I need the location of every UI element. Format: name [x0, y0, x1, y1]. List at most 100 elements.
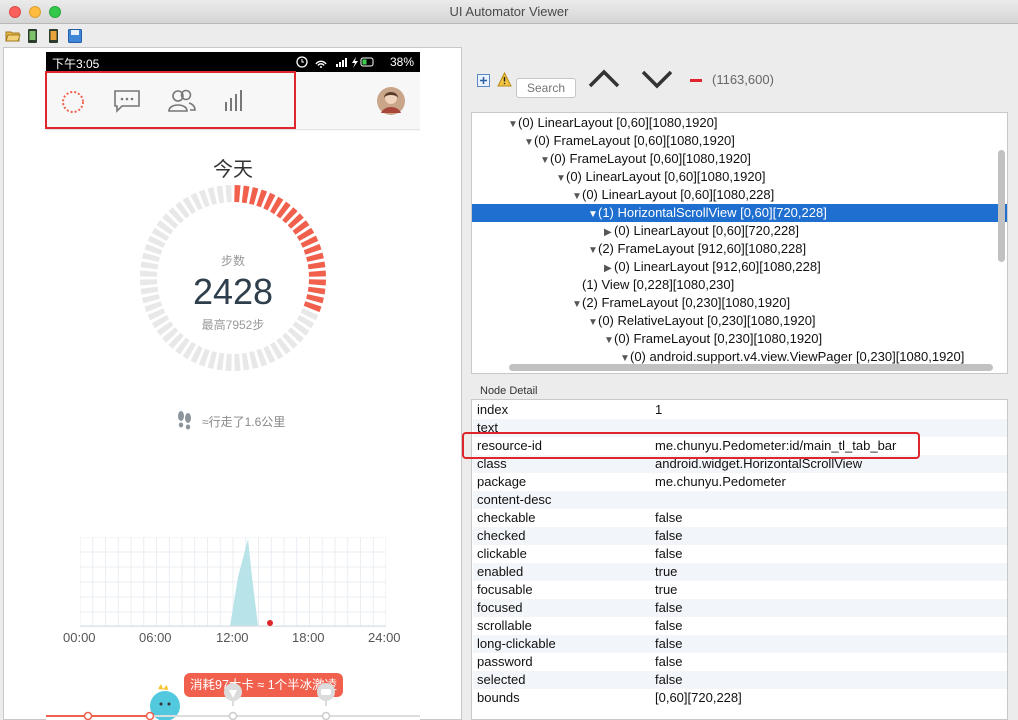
- tree-node[interactable]: ▼(0) FrameLayout [0,60][1080,1920]: [472, 132, 1007, 150]
- timeline-track: [46, 711, 420, 720]
- save-icon[interactable]: [67, 28, 83, 44]
- detail-row-package[interactable]: package me.chunyu.Pedometer: [473, 473, 1007, 491]
- progress-segment: [241, 352, 250, 371]
- search-input[interactable]: [516, 78, 576, 98]
- ui-hierarchy-tree[interactable]: ▼(0) LinearLayout [0,60][1080,1920] ▼(0) …: [471, 112, 1008, 374]
- detail-row-checkable[interactable]: checkable false: [473, 509, 1007, 527]
- detail-key: checked: [477, 528, 526, 543]
- tree-node-label: (0) LinearLayout [0,60][1080,1920]: [566, 169, 766, 184]
- detail-value: true: [655, 582, 678, 597]
- status-icons: [296, 56, 374, 68]
- detail-value: false: [655, 528, 683, 543]
- progress-segment: [234, 185, 241, 203]
- detail-row-content-desc[interactable]: content-desc: [473, 491, 1007, 509]
- detail-key: clickable: [477, 546, 527, 561]
- progress-segment: [207, 187, 217, 205]
- progress-segment: [249, 351, 259, 369]
- detail-row-bounds[interactable]: bounds [0,60][720,228]: [473, 689, 1007, 707]
- device-screenshot-icon[interactable]: [25, 28, 41, 44]
- selected-node-highlight: [45, 71, 296, 129]
- tree-horizontal-scrollbar[interactable]: [509, 364, 993, 371]
- detail-value: false: [655, 636, 683, 651]
- tree-node-label: (0) android.support.v4.view.ViewPager [0…: [630, 349, 965, 364]
- detail-key: bounds: [477, 690, 520, 705]
- detail-value: true: [655, 564, 678, 579]
- tree-vertical-scrollbar[interactable]: [998, 150, 1005, 262]
- detail-row-index[interactable]: index 1: [473, 401, 1007, 419]
- tree-node-label: (0) LinearLayout [912,60][1080,228]: [614, 259, 821, 274]
- detail-row-scrollable[interactable]: scrollable false: [473, 617, 1007, 635]
- detail-row-long-clickable[interactable]: long-clickable false: [473, 635, 1007, 653]
- tree-node[interactable]: ▼(0) RelativeLayout [0,230][1080,1920]: [472, 312, 1007, 330]
- open-folder-icon[interactable]: [5, 28, 21, 44]
- detail-key: index: [477, 402, 509, 417]
- next-result-icon[interactable]: [641, 69, 673, 89]
- detail-key: scrollable: [477, 618, 532, 633]
- tree-node-label: (1) View [0,228][1080,230]: [582, 277, 735, 292]
- detail-row-enabled[interactable]: enabled true: [473, 563, 1007, 581]
- time-tick-label: 12:00: [216, 630, 249, 645]
- tree-node-label: (1) HorizontalScrollView [0,60][720,228]: [598, 205, 827, 220]
- tree-node[interactable]: (1) View [0,228][1080,230]: [472, 276, 1007, 294]
- footprints-icon: [178, 411, 191, 430]
- detail-key: focusable: [477, 582, 533, 597]
- tree-node-label: (0) FrameLayout [0,230][1080,1920]: [614, 331, 823, 346]
- progress-segment: [216, 352, 225, 371]
- detail-key: focused: [477, 600, 523, 615]
- tree-node-label: (2) FrameLayout [0,230][1080,1920]: [582, 295, 791, 310]
- tree-node[interactable]: ▼(0) LinearLayout [0,60][1080,228]: [472, 186, 1007, 204]
- expand-all-icon[interactable]: [477, 74, 490, 87]
- time-tick-label: 24:00: [368, 630, 401, 645]
- steps-label: 步数: [220, 254, 245, 268]
- detail-key: enabled: [477, 564, 524, 579]
- tree-node[interactable]: ▼(2) FrameLayout [0,230][1080,1920]: [472, 294, 1007, 312]
- detail-value: false: [655, 618, 683, 633]
- tree-node[interactable]: ▼(2) FrameLayout [912,60][1080,228]: [472, 240, 1007, 258]
- detail-value: false: [655, 600, 683, 615]
- status-time: 下午3:05: [52, 57, 100, 71]
- tree-node[interactable]: ▶ (0) LinearLayout [912,60][1080,228]: [472, 258, 1007, 276]
- detail-value: false: [655, 654, 683, 669]
- tree-node[interactable]: ▼(0) LinearLayout [0,60][1080,1920]: [472, 168, 1007, 186]
- hourly-steps-chart: [80, 537, 386, 627]
- app-window: UI Automator Viewer 下午3:05 38% 今天 步数 242…: [0, 0, 1018, 720]
- tree-node-label: (0) LinearLayout [0,60][1080,228]: [582, 187, 775, 202]
- status-bar: 下午3:05 38%: [46, 52, 420, 72]
- detail-key: package: [477, 474, 527, 489]
- detail-value: false: [655, 546, 683, 561]
- detail-row-password[interactable]: password false: [473, 653, 1007, 671]
- previous-result-icon[interactable]: [588, 69, 620, 89]
- tree-node-label: (0) FrameLayout [0,60][1080,1920]: [534, 133, 735, 148]
- tree-node[interactable]: ▼(1) HorizontalScrollView [0,60][720,228…: [472, 204, 1007, 222]
- distance-text: ≈行走了1.6公里: [202, 415, 286, 429]
- toggle-naf-icon[interactable]: [690, 79, 702, 82]
- detail-row-focusable[interactable]: focusable true: [473, 581, 1007, 599]
- detail-row-selected[interactable]: selected false: [473, 671, 1007, 689]
- warning-icon[interactable]: [497, 72, 512, 87]
- detail-key: selected: [477, 672, 526, 687]
- tree-node[interactable]: ▶ (0) LinearLayout [0,60][720,228]: [472, 222, 1007, 240]
- tree-node[interactable]: ▼(0) LinearLayout [0,60][1080,1920]: [472, 114, 1007, 132]
- time-tick-label: 00:00: [63, 630, 96, 645]
- detail-value: 1: [655, 402, 663, 417]
- tree-node[interactable]: ▼(0) FrameLayout [0,230][1080,1920]: [472, 330, 1007, 348]
- detail-value: me.chunyu.Pedometer: [655, 474, 786, 489]
- detail-key: password: [477, 654, 533, 669]
- tree-node[interactable]: ▼(0) FrameLayout [0,60][1080,1920]: [472, 150, 1007, 168]
- detail-row-checked[interactable]: checked false: [473, 527, 1007, 545]
- title-bar: UI Automator Viewer: [0, 0, 1018, 24]
- steps-max: 最高7952步: [201, 318, 265, 332]
- tree-node-label: (0) LinearLayout [0,60][1080,1920]: [518, 115, 718, 130]
- avatar[interactable]: [376, 86, 406, 116]
- detail-row-focused[interactable]: focused false: [473, 599, 1007, 617]
- milestone-burger-icon: [317, 683, 335, 706]
- detail-key: long-clickable: [477, 636, 556, 651]
- milestone-icecream-icon: [224, 683, 242, 706]
- tree-node-label: (0) RelativeLayout [0,230][1080,1920]: [598, 313, 816, 328]
- device-screenshot-compressed-icon[interactable]: [46, 28, 62, 44]
- node-detail-title: Node Detail: [480, 385, 538, 397]
- device-screenshot[interactable]: 下午3:05 38% 今天 步数 2428 最高7952步 ≈行走了1.6公里 …: [46, 52, 420, 720]
- detail-row-clickable[interactable]: clickable false: [473, 545, 1007, 563]
- resource-id-highlight: [462, 432, 920, 459]
- detail-value: [0,60][720,228]: [655, 690, 742, 705]
